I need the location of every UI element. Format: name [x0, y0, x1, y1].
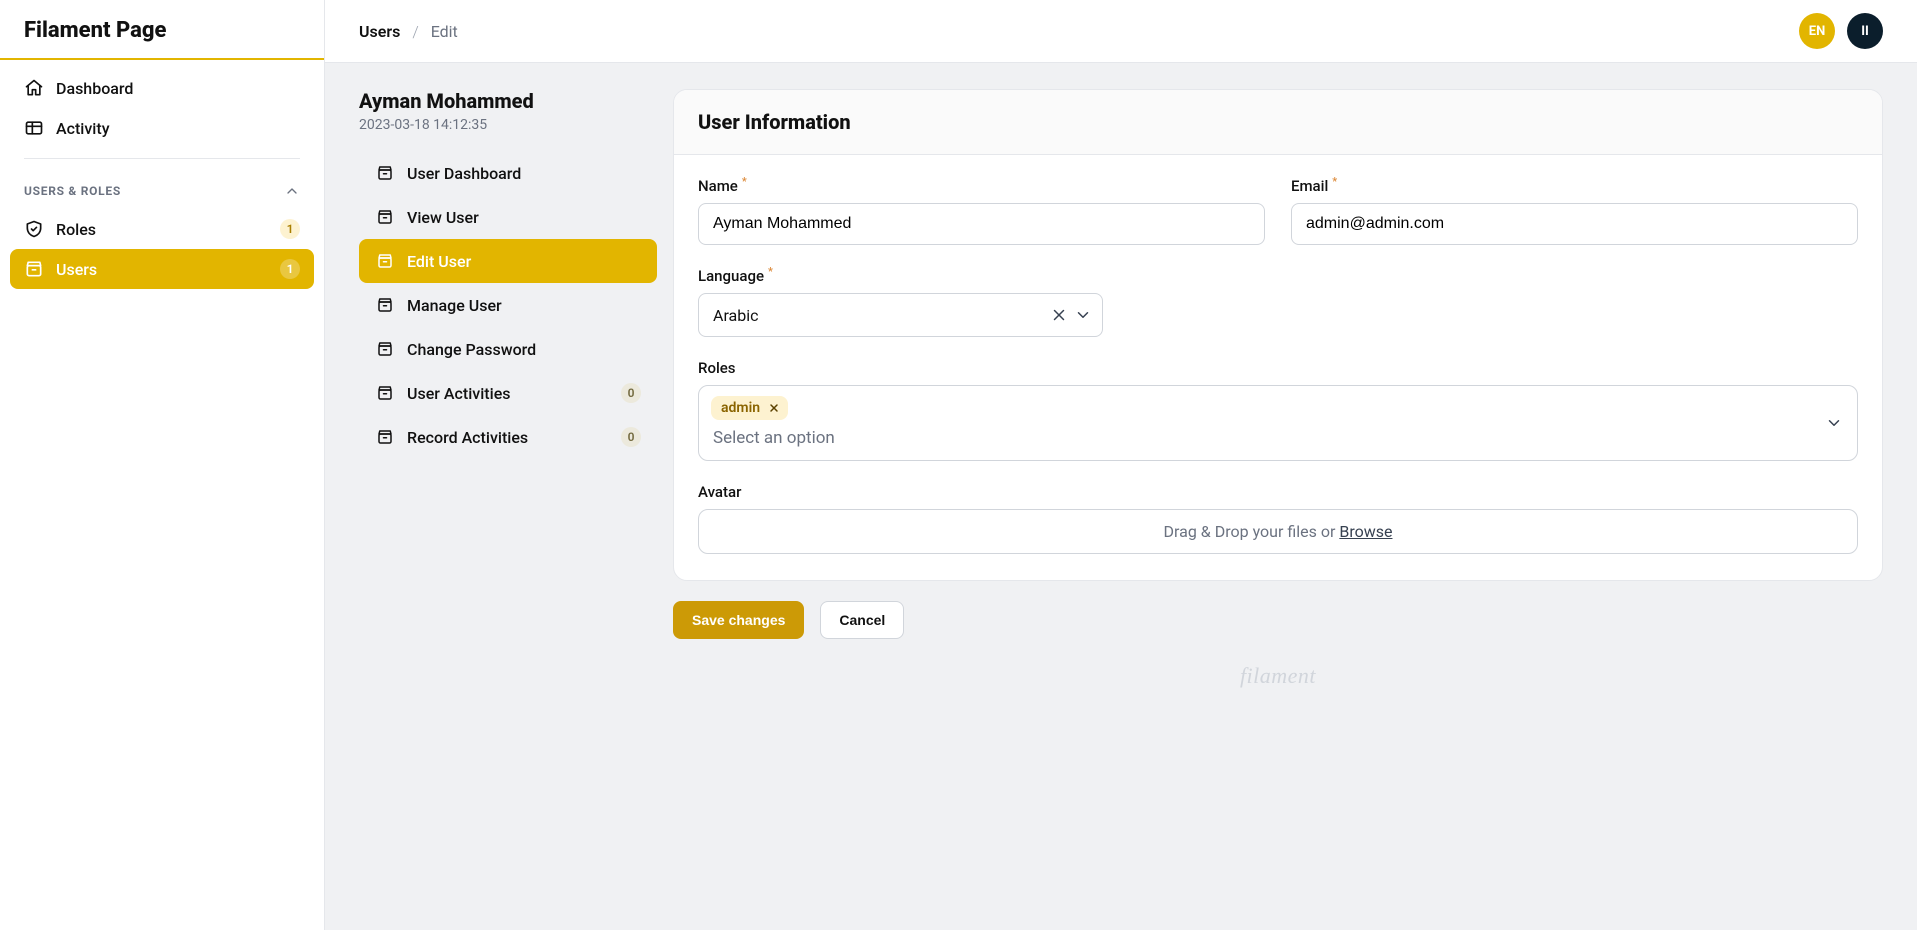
subnav-change-password[interactable]: Change Password — [359, 327, 657, 371]
archive-icon — [375, 163, 395, 183]
subnav-manage-user[interactable]: Manage User — [359, 283, 657, 327]
topbar: Users / Edit EN II — [325, 0, 1917, 63]
subnav-edit-user[interactable]: Edit User — [359, 239, 657, 283]
badge-count: 0 — [621, 383, 641, 403]
field-roles: Roles admin Select an option — [698, 359, 1858, 461]
nav-section-users-roles[interactable]: USERS & ROLES — [10, 177, 314, 209]
dropzone-text: Drag & Drop your files or — [1164, 522, 1340, 541]
archive-icon — [375, 207, 395, 227]
sidebar-item-dashboard[interactable]: Dashboard — [10, 68, 314, 108]
user-info-card: User Information Name * Email * — [673, 89, 1883, 581]
language-switcher[interactable]: EN — [1799, 13, 1835, 49]
sidebar-item-label: Roles — [56, 220, 96, 239]
roles-placeholder: Select an option — [711, 426, 1845, 450]
subnav-label: View User — [407, 208, 479, 227]
clear-icon[interactable] — [1050, 306, 1068, 324]
badge-count: 0 — [621, 427, 641, 447]
label-text: Name — [698, 177, 738, 195]
name-label: Name * — [698, 177, 1265, 195]
archive-icon — [375, 383, 395, 403]
breadcrumb-current: Edit — [431, 22, 458, 41]
card-title: User Information — [674, 90, 1882, 155]
email-label: Email * — [1291, 177, 1858, 195]
badge-count: 1 — [280, 259, 300, 279]
chip-label: admin — [721, 400, 760, 416]
nav-divider — [24, 158, 300, 159]
sidebar-item-activity[interactable]: Activity — [10, 108, 314, 148]
record-subnav: Ayman Mohammed 2023-03-18 14:12:35 User … — [359, 87, 657, 459]
subnav-record-activities[interactable]: Record Activities 0 — [359, 415, 657, 459]
roles-label: Roles — [698, 359, 1858, 377]
language-select[interactable]: Arabic — [698, 293, 1103, 337]
footer-brand: filament — [673, 649, 1883, 719]
sidebar-item-label: Dashboard — [56, 79, 133, 98]
name-input[interactable] — [698, 203, 1265, 245]
breadcrumb-users[interactable]: Users — [359, 22, 400, 41]
subnav-label: User Activities — [407, 384, 511, 403]
required-icon: * — [768, 265, 773, 278]
dropzone-browse[interactable]: Browse — [1339, 522, 1392, 541]
form-column: User Information Name * Email * — [673, 87, 1883, 719]
field-language-empty-col — [1291, 267, 1858, 337]
label-text: Email — [1291, 177, 1328, 195]
role-chip-admin: admin — [711, 396, 788, 420]
breadcrumb: Users / Edit — [359, 22, 458, 41]
nav-section-label: USERS & ROLES — [24, 184, 121, 198]
subnav-user-dashboard[interactable]: User Dashboard — [359, 151, 657, 195]
user-avatar[interactable]: II — [1847, 13, 1883, 49]
avatar-dropzone[interactable]: Drag & Drop your files or Browse — [698, 509, 1858, 554]
shield-icon — [24, 219, 44, 239]
record-title: Ayman Mohammed — [359, 89, 657, 113]
archive-icon — [375, 295, 395, 315]
main: Users / Edit EN II Ayman Mohammed 2023-0… — [325, 0, 1917, 930]
subnav-user-activities[interactable]: User Activities 0 — [359, 371, 657, 415]
sidebar-item-label: Activity — [56, 119, 110, 138]
field-language: Language * Arabic — [698, 267, 1265, 337]
content: Ayman Mohammed 2023-03-18 14:12:35 User … — [325, 63, 1917, 743]
subnav-label: Manage User — [407, 296, 502, 315]
avatar-label: Avatar — [698, 483, 1858, 501]
subnav-view-user[interactable]: View User — [359, 195, 657, 239]
label-text: Roles — [698, 359, 736, 377]
subnav-label: User Dashboard — [407, 164, 521, 183]
cancel-button[interactable]: Cancel — [820, 601, 904, 639]
chevron-down-icon[interactable] — [1074, 306, 1092, 324]
archive-icon — [375, 427, 395, 447]
save-button[interactable]: Save changes — [673, 601, 804, 639]
field-avatar: Avatar Drag & Drop your files or Browse — [698, 483, 1858, 554]
brand-title[interactable]: Filament Page — [0, 0, 324, 60]
subnav-label: Edit User — [407, 252, 471, 271]
field-email: Email * — [1291, 177, 1858, 245]
email-input[interactable] — [1291, 203, 1858, 245]
sidebar-item-roles[interactable]: Roles 1 — [10, 209, 314, 249]
language-label: Language * — [698, 267, 1265, 285]
field-name: Name * — [698, 177, 1265, 245]
subnav-label: Change Password — [407, 340, 536, 359]
chevron-down-icon[interactable] — [1825, 414, 1843, 432]
subnav-label: Record Activities — [407, 428, 528, 447]
table-icon — [24, 118, 44, 138]
remove-chip-icon[interactable] — [768, 402, 780, 414]
badge-count: 1 — [280, 219, 300, 239]
label-text: Avatar — [698, 483, 741, 501]
required-icon: * — [1332, 175, 1337, 188]
record-timestamp: 2023-03-18 14:12:35 — [359, 117, 657, 133]
primary-nav: Dashboard Activity USERS & ROLES Roles 1 — [0, 60, 324, 297]
form-actions: Save changes Cancel — [673, 581, 1883, 649]
archive-icon — [375, 251, 395, 271]
roles-multiselect[interactable]: admin Select an option — [698, 385, 1858, 461]
chevron-up-icon — [284, 183, 300, 199]
breadcrumb-sep: / — [412, 22, 418, 41]
archive-icon — [24, 259, 44, 279]
sidebar-item-users[interactable]: Users 1 — [10, 249, 314, 289]
sidebar-item-label: Users — [56, 260, 97, 279]
label-text: Language — [698, 267, 764, 285]
language-value: Arabic — [713, 306, 759, 325]
sidebar: Filament Page Dashboard Activity USERS &… — [0, 0, 325, 930]
home-icon — [24, 78, 44, 98]
required-icon: * — [742, 175, 747, 188]
archive-icon — [375, 339, 395, 359]
